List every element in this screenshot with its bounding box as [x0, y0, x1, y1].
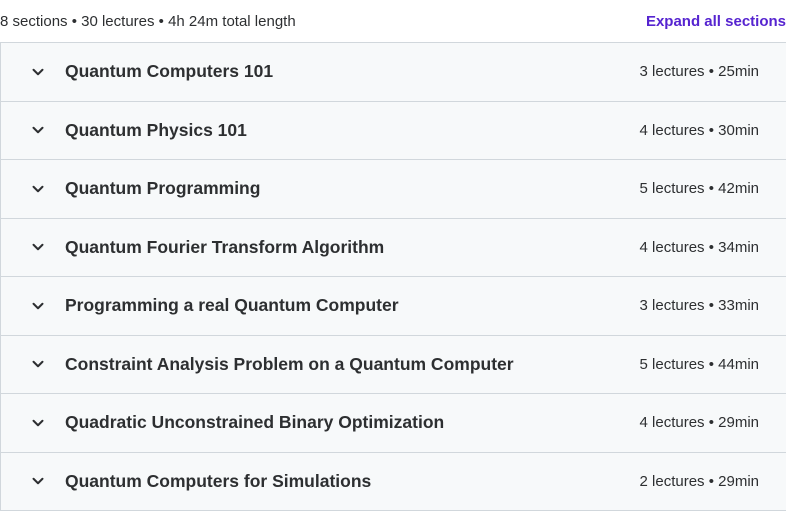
section-lecture-count: 3 lectures • 25min	[639, 63, 759, 81]
section-title: Programming a real Quantum Computer	[65, 295, 399, 316]
section-lecture-count: 5 lectures • 42min	[639, 180, 759, 198]
section-title: Quantum Computers for Simulations	[65, 470, 372, 491]
chevron-down-icon	[31, 123, 45, 137]
section-title: Quantum Computers 101	[65, 61, 274, 82]
section-title: Constraint Analysis Problem on a Quantum…	[65, 353, 514, 374]
chevron-down-icon	[31, 240, 45, 254]
section-lecture-count: 4 lectures • 29min	[639, 414, 759, 432]
chevron-down-icon	[31, 474, 45, 488]
curriculum-summary-bar: 8 sections • 30 lectures • 4h 24m total …	[0, 0, 786, 42]
section-list: Quantum Computers 101 3 lectures • 25min…	[0, 42, 786, 511]
chevron-down-icon	[31, 416, 45, 430]
section-row[interactable]: Programming a real Quantum Computer 3 le…	[1, 277, 786, 336]
section-row[interactable]: Constraint Analysis Problem on a Quantum…	[1, 335, 786, 394]
chevron-down-icon	[31, 182, 45, 196]
section-title: Quadratic Unconstrained Binary Optimizat…	[65, 412, 445, 433]
chevron-down-icon	[31, 357, 45, 371]
chevron-down-icon	[31, 65, 45, 79]
section-row[interactable]: Quantum Fourier Transform Algorithm 4 le…	[1, 218, 786, 277]
section-lecture-count: 4 lectures • 34min	[639, 238, 759, 256]
chevron-down-icon	[31, 299, 45, 313]
section-title: Quantum Fourier Transform Algorithm	[65, 236, 385, 257]
section-row[interactable]: Quadratic Unconstrained Binary Optimizat…	[1, 394, 786, 453]
section-row[interactable]: Quantum Computers for Simulations 2 lect…	[1, 452, 786, 511]
section-lecture-count: 5 lectures • 44min	[639, 355, 759, 373]
section-lecture-count: 4 lectures • 30min	[639, 121, 759, 139]
curriculum-summary-text: 8 sections • 30 lectures • 4h 24m total …	[0, 12, 296, 30]
expand-all-sections-button[interactable]: Expand all sections	[646, 13, 786, 30]
section-row[interactable]: Quantum Computers 101 3 lectures • 25min	[1, 43, 786, 102]
section-title: Quantum Physics 101	[65, 119, 247, 140]
section-row[interactable]: Quantum Programming 5 lectures • 42min	[1, 160, 786, 219]
section-row[interactable]: Quantum Physics 101 4 lectures • 30min	[1, 101, 786, 160]
section-lecture-count: 2 lectures • 29min	[639, 472, 759, 490]
section-title: Quantum Programming	[65, 178, 261, 199]
section-lecture-count: 3 lectures • 33min	[639, 297, 759, 315]
